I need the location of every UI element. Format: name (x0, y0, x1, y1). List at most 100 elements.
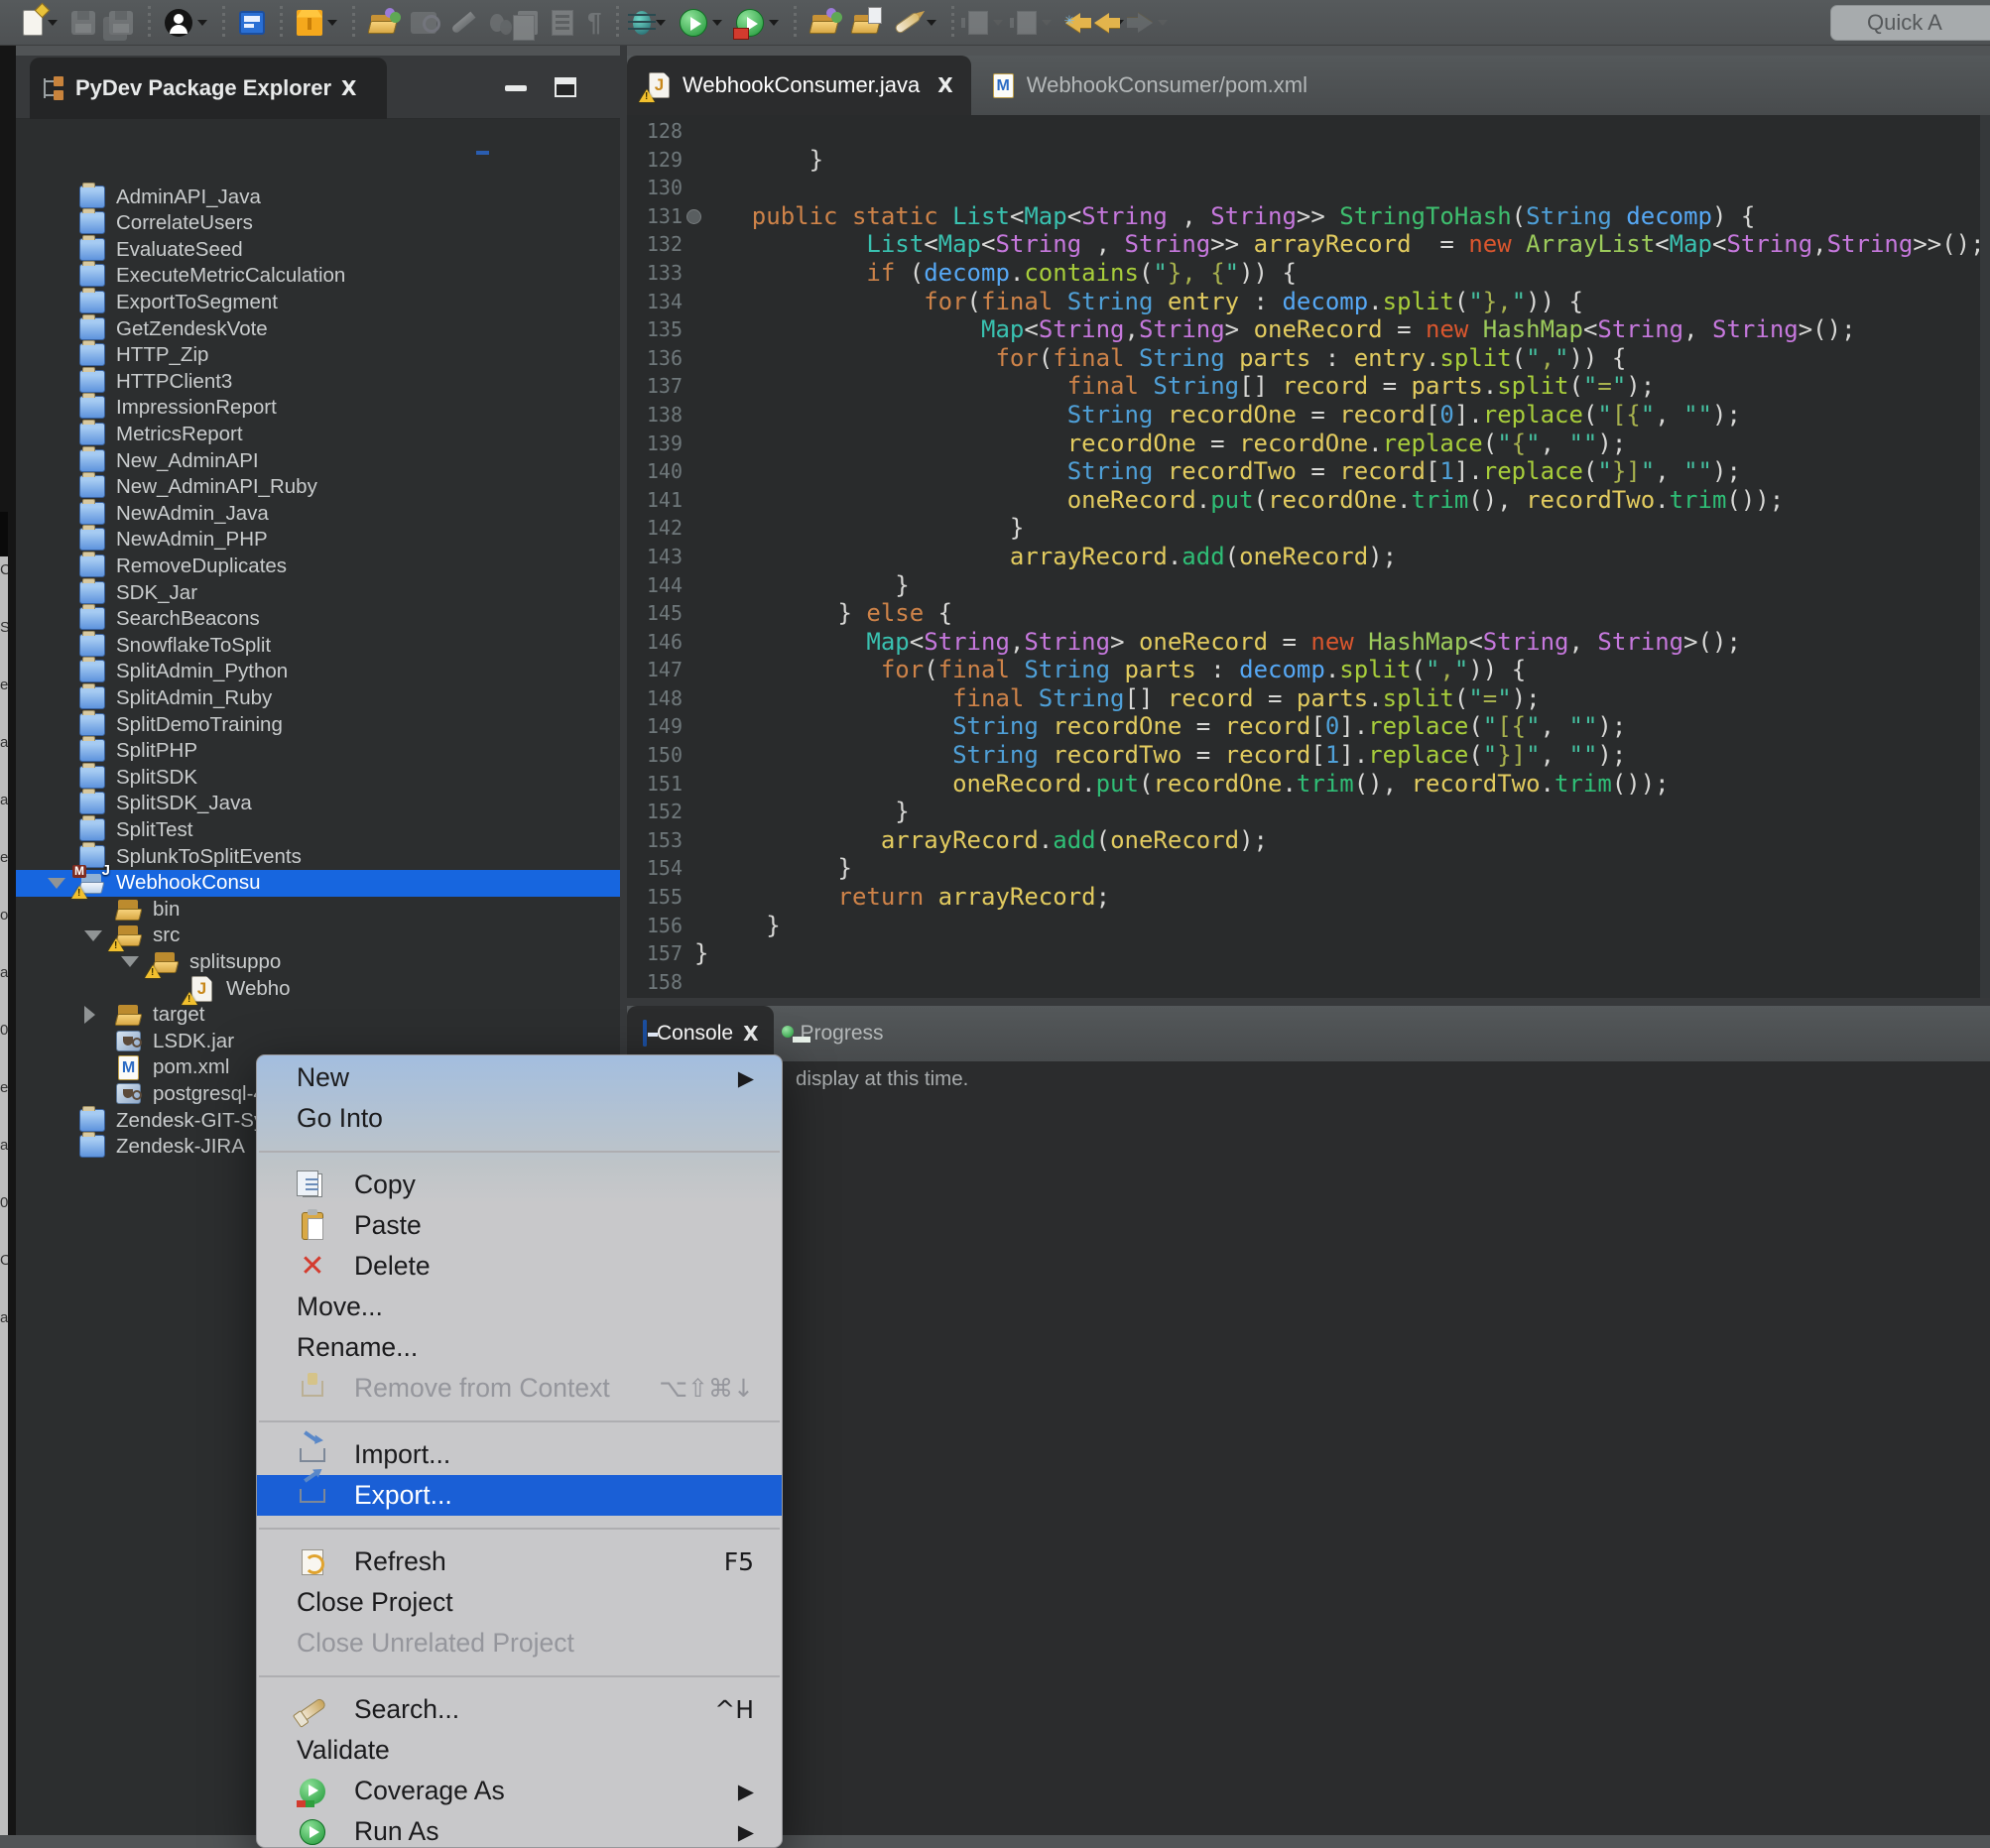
code-line-144[interactable]: 144} (627, 571, 1980, 600)
code-line-135[interactable]: 135Map<String,String> oneRecord = new Ha… (627, 315, 1980, 344)
code-line-138[interactable]: 138String recordOne = record[0].replace(… (627, 401, 1980, 430)
menu-item-go-into[interactable]: Go Into (257, 1098, 782, 1139)
menu-item-import[interactable]: Import... (257, 1434, 782, 1475)
open-wizard-folder-icon[interactable] (362, 3, 404, 43)
tree-item-splitsdk-java[interactable]: SplitSDK_Java (16, 791, 620, 817)
code-line-156[interactable]: 156} (627, 912, 1980, 940)
tree-item-lsdk-jar[interactable]: LSDK.jar (16, 1028, 620, 1054)
menu-item-move[interactable]: Move... (257, 1287, 782, 1327)
tree-item-httpclient3[interactable]: HTTPClient3 (16, 368, 620, 395)
close-icon[interactable]: X (743, 1022, 758, 1046)
code-line-148[interactable]: 148final String[] record = parts.split("… (627, 684, 1980, 713)
chevron-down-icon[interactable] (48, 878, 65, 889)
menu-item-coverage-as[interactable]: Coverage As▶ (257, 1771, 782, 1811)
run-icon[interactable] (673, 3, 729, 43)
tree-item-bin[interactable]: bin (16, 896, 620, 923)
dropdown-arrow-icon[interactable] (769, 20, 779, 26)
code-line-146[interactable]: 146Map<String,String> oneRecord = new Ha… (627, 628, 1980, 657)
dropdown-arrow-icon[interactable] (197, 20, 207, 26)
user-profile-icon[interactable] (158, 3, 214, 43)
tree-item-new-adminapi[interactable]: New_AdminAPI (16, 447, 620, 474)
tree-item-correlateusers[interactable]: CorrelateUsers (16, 210, 620, 237)
code-line-136[interactable]: 136for(final String parts : entry.split(… (627, 344, 1980, 373)
back-icon[interactable] (1087, 3, 1131, 43)
code-line-154[interactable]: 154} (627, 854, 1980, 883)
tree-item-webhookconsu[interactable]: MJWebhookConsu (16, 870, 620, 897)
code-line-139[interactable]: 139recordOne = recordOne.replace("{", ""… (627, 430, 1980, 458)
code-line-150[interactable]: 150String recordTwo = record[1].replace(… (627, 741, 1980, 770)
tree-item-webho[interactable]: JWebho (16, 975, 620, 1002)
tree-item-metricsreport[interactable]: MetricsReport (16, 421, 620, 447)
tree-item-executemetriccalculation[interactable]: ExecuteMetricCalculation (16, 263, 620, 290)
tree-item-newadmin-php[interactable]: NewAdmin_PHP (16, 527, 620, 554)
menu-item-new[interactable]: New▶ (257, 1057, 782, 1098)
tree-item-adminapi-java[interactable]: AdminAPI_Java (16, 184, 620, 210)
dropdown-arrow-icon[interactable] (712, 20, 722, 26)
dropdown-arrow-icon[interactable] (1042, 20, 1052, 26)
code-line-132[interactable]: 132List<Map<String , String>> arrayRecor… (627, 230, 1980, 259)
orange-cube-icon[interactable] (290, 3, 344, 43)
code-line-133[interactable]: 133if (decomp.contains("}, {")) { (627, 259, 1980, 288)
menu-item-run-as[interactable]: Run As▶ (257, 1811, 782, 1848)
coverage-run-icon[interactable] (729, 3, 786, 43)
marker-pen-icon[interactable] (887, 3, 943, 43)
console-monitor-icon[interactable] (232, 3, 272, 43)
chevron-down-icon[interactable] (121, 956, 139, 967)
tree-item-impressionreport[interactable]: ImpressionReport (16, 395, 620, 422)
code-line-131[interactable]: 131public static List<Map<String , Strin… (627, 202, 1980, 231)
maximize-button[interactable] (555, 77, 576, 97)
code-line-129[interactable]: 129} (627, 146, 1980, 175)
panel-divider-horizontal[interactable] (620, 998, 1990, 1006)
tree-item-src[interactable]: src (16, 923, 620, 949)
tree-item-snowflaketosplit[interactable]: SnowflakeToSplit (16, 632, 620, 659)
close-icon[interactable]: X (341, 76, 356, 100)
code-line-149[interactable]: 149String recordOne = record[0].replace(… (627, 712, 1980, 741)
tree-item-splitphp[interactable]: SplitPHP (16, 738, 620, 765)
dropdown-arrow-icon[interactable] (327, 20, 337, 26)
close-icon[interactable]: X (937, 73, 952, 97)
dropdown-arrow-icon[interactable] (927, 20, 936, 26)
tree-item-target[interactable]: target (16, 1002, 620, 1029)
code-line-145[interactable]: 145} else { (627, 599, 1980, 628)
menu-item-close-project[interactable]: Close Project (257, 1582, 782, 1623)
code-line-151[interactable]: 151oneRecord.put(recordOne.trim(), recor… (627, 770, 1980, 799)
editor-scroll-edge[interactable] (1980, 115, 1990, 998)
fold-marker-icon[interactable] (686, 209, 701, 224)
tree-item-splitsdk[interactable]: SplitSDK (16, 764, 620, 791)
code-line-143[interactable]: 143arrayRecord.add(oneRecord); (627, 543, 1980, 571)
code-line-155[interactable]: 155return arrayRecord; (627, 883, 1980, 912)
console-tab-progress[interactable]: Progress (774, 1006, 899, 1061)
code-line-128[interactable]: 128 (627, 117, 1980, 146)
code-line-140[interactable]: 140String recordTwo = record[1].replace(… (627, 457, 1980, 486)
dropdown-arrow-icon[interactable] (1158, 20, 1168, 26)
chevron-right-icon[interactable] (84, 1006, 95, 1024)
paste-folder-icon[interactable] (845, 3, 887, 43)
run-history-folder-icon[interactable] (804, 3, 845, 43)
dropdown-arrow-icon[interactable] (993, 20, 1003, 26)
code-line-152[interactable]: 152} (627, 798, 1980, 826)
code-line-153[interactable]: 153arrayRecord.add(oneRecord); (627, 826, 1980, 855)
tree-item-exporttosegment[interactable]: ExportToSegment (16, 289, 620, 315)
tree-item-searchbeacons[interactable]: SearchBeacons (16, 606, 620, 633)
tree-item-new-adminapi-ruby[interactable]: New_AdminAPI_Ruby (16, 474, 620, 501)
menu-item-delete[interactable]: ✕Delete (257, 1246, 782, 1287)
tree-item-splittest[interactable]: SplitTest (16, 816, 620, 843)
tree-item-http-zip[interactable]: HTTP_Zip (16, 342, 620, 369)
quick-access-box[interactable]: Quick A (1830, 5, 1990, 41)
menu-item-search[interactable]: Search...^H (257, 1689, 782, 1730)
menu-item-export[interactable]: Export... (257, 1475, 782, 1516)
dropdown-arrow-icon[interactable] (656, 20, 666, 26)
code-line-147[interactable]: 147for(final String parts : decomp.split… (627, 656, 1980, 684)
code-line-141[interactable]: 141oneRecord.put(recordOne.trim(), recor… (627, 486, 1980, 515)
editor-tab-webhookconsumer-java[interactable]: JWebhookConsumer.javaX (627, 56, 971, 115)
dropdown-arrow-icon[interactable] (48, 20, 58, 26)
tree-item-evaluateseed[interactable]: EvaluateSeed (16, 236, 620, 263)
menu-item-validate[interactable]: Validate (257, 1730, 782, 1771)
debug-bug-icon[interactable] (626, 3, 673, 43)
menu-item-paste[interactable]: Paste (257, 1205, 782, 1246)
tree-item-splitsuppo[interactable]: splitsuppo (16, 948, 620, 975)
tree-item-splitadmin-ruby[interactable]: SplitAdmin_Ruby (16, 684, 620, 711)
menu-item-refresh[interactable]: RefreshF5 (257, 1541, 782, 1582)
code-line-130[interactable]: 130 (627, 174, 1980, 202)
last-edit-location-icon[interactable]: ✳ (1058, 3, 1087, 43)
